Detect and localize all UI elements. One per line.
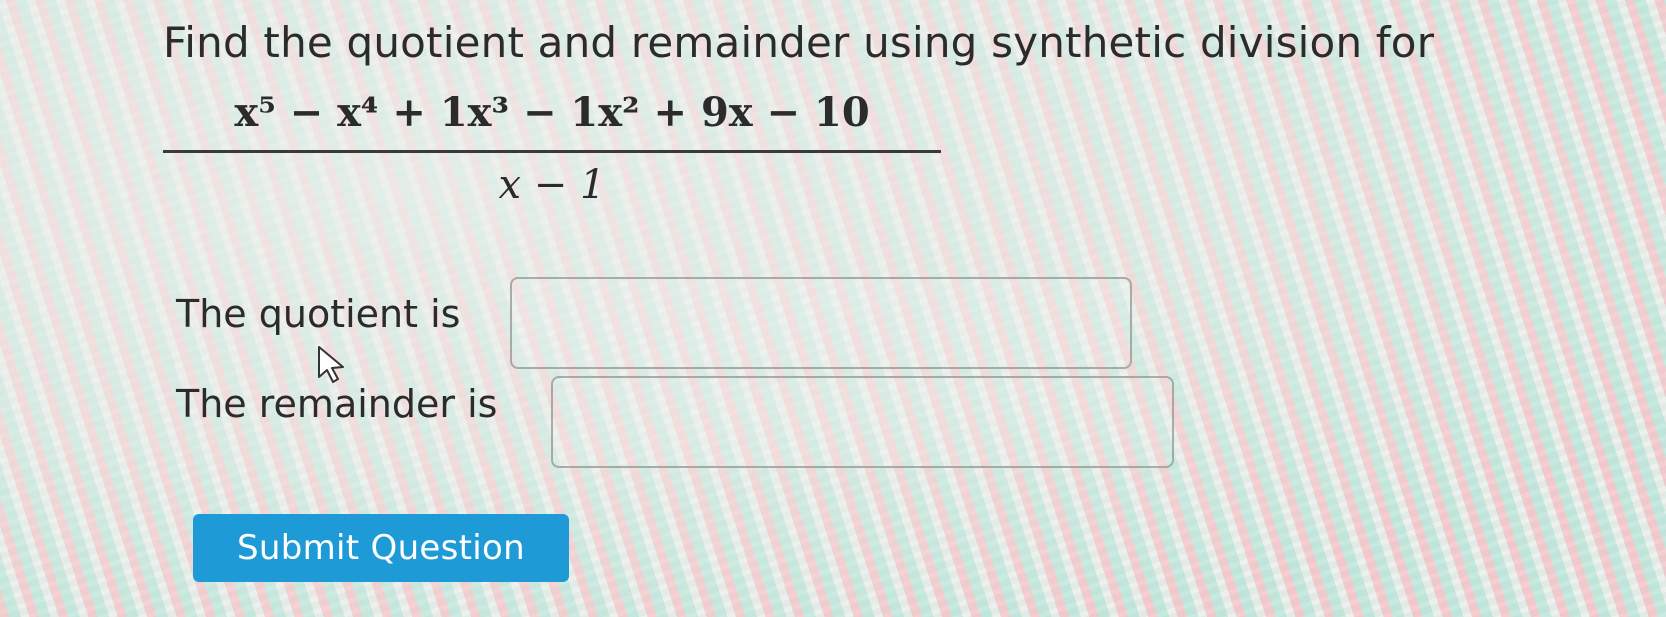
- rational-expression: x⁵ − x⁴ + 1x³ − 1x² + 9x − 10 x − 1: [163, 78, 941, 217]
- question-prompt: Find the quotient and remainder using sy…: [163, 18, 1435, 67]
- fraction-denominator: x − 1: [498, 162, 606, 208]
- quotient-input[interactable]: [510, 277, 1132, 369]
- mouse-pointer-icon: [318, 346, 344, 383]
- submit-question-button[interactable]: Submit Question: [193, 514, 569, 582]
- fraction-numerator: x⁵ − x⁴ + 1x³ − 1x² + 9x − 10: [234, 89, 870, 136]
- quotient-label: The quotient is: [176, 292, 461, 336]
- remainder-input[interactable]: [551, 376, 1174, 468]
- remainder-label: The remainder is: [176, 382, 498, 426]
